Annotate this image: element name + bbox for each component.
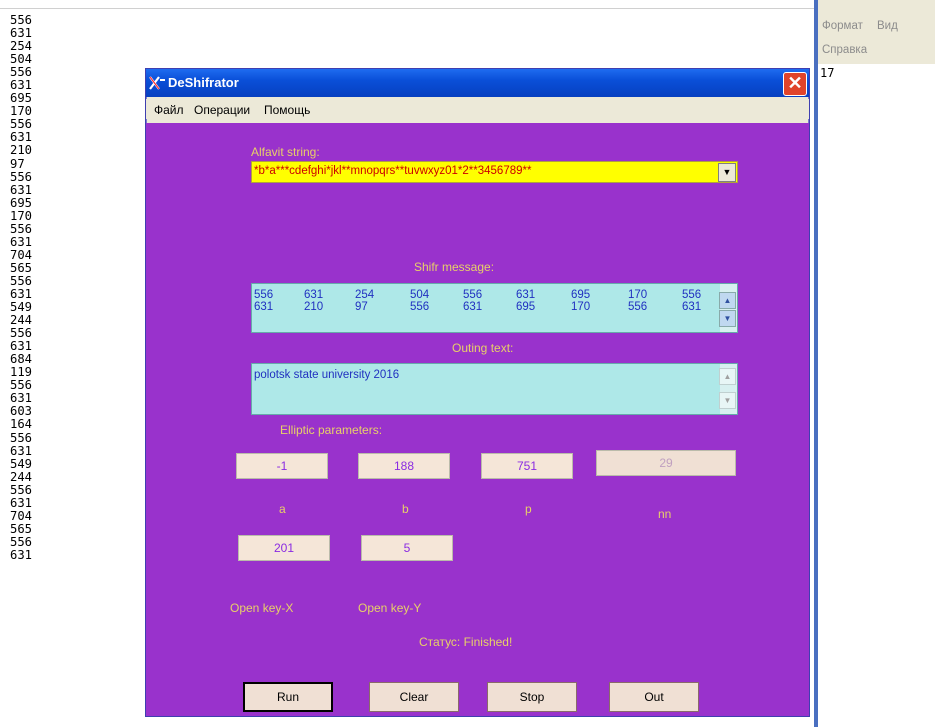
- background-menu-help[interactable]: Справка: [822, 44, 867, 56]
- outing-scrollbar[interactable]: ▲ ▼: [719, 364, 737, 414]
- background-number-column: 556 631 254 504 556 631 695 170 556 631 210 97 556 63…: [10, 13, 33, 562]
- shifr-number: 631: [254, 301, 274, 313]
- shifr-number: 631: [516, 289, 536, 301]
- background-number: 565: [10, 521, 33, 536]
- background-number: 704: [10, 508, 33, 523]
- background-number: 704: [10, 247, 33, 262]
- combobox-dropdown-button[interactable]: ▼: [718, 163, 736, 182]
- background-number: 631: [10, 443, 33, 458]
- background-number: 556: [10, 221, 33, 236]
- background-notepad-right: Формат Вид Справка 17: [814, 0, 935, 727]
- title-bar[interactable]: DeShifrator ✕: [146, 69, 809, 97]
- outing-text-memo[interactable]: polotsk state university 2016 ▲ ▼: [251, 363, 738, 415]
- alfavit-value: *b*a***cdefghi*jkl**mnopqrs**tuvwxyz01*2…: [254, 165, 532, 177]
- shifr-number: 695: [571, 289, 591, 301]
- menu-file[interactable]: Файл: [154, 103, 184, 117]
- background-number: 97: [10, 156, 25, 171]
- param-a-label: a: [279, 502, 286, 516]
- out-button[interactable]: Out: [609, 682, 699, 712]
- background-number: 170: [10, 208, 33, 223]
- background-menu-format[interactable]: Формат: [822, 20, 863, 32]
- shifr-number: 556: [628, 301, 648, 313]
- deshifrator-window: DeShifrator ✕ Файл Операции Помощь Alfav…: [145, 68, 810, 717]
- clear-button[interactable]: Clear: [369, 682, 459, 712]
- close-icon: ✕: [787, 73, 803, 93]
- chevron-down-icon: ▼: [722, 167, 732, 177]
- background-number: 631: [10, 547, 33, 562]
- background-number: 556: [10, 430, 33, 445]
- background-number: 549: [10, 456, 33, 471]
- shifr-number: 504: [410, 289, 430, 301]
- background-number: 631: [10, 234, 33, 249]
- param-nn-label: nn: [658, 507, 672, 521]
- background-number: 631: [10, 495, 33, 510]
- background-number: 210: [10, 143, 33, 158]
- open-key-y-field[interactable]: 5: [361, 535, 453, 561]
- background-number: 556: [10, 482, 33, 497]
- run-button[interactable]: Run: [243, 682, 333, 712]
- scroll-up-icon[interactable]: ▲: [719, 368, 736, 385]
- shifr-number: 170: [571, 301, 591, 313]
- outing-text-value: polotsk state university 2016: [254, 369, 400, 381]
- background-window-edge: [814, 0, 818, 727]
- shifr-number: 556: [410, 301, 430, 313]
- open-key-x-field[interactable]: 201: [238, 535, 330, 561]
- alfavit-label: Alfavit string:: [251, 145, 320, 159]
- shifr-number: 556: [682, 289, 702, 301]
- shifr-number: 210: [304, 301, 324, 313]
- scroll-up-icon[interactable]: ▲: [719, 292, 736, 309]
- background-number: 556: [10, 534, 33, 549]
- shifr-number: 170: [628, 289, 648, 301]
- param-b-field[interactable]: 188: [358, 453, 450, 479]
- background-text-content: 17: [820, 66, 835, 80]
- menu-help[interactable]: Помощь: [264, 103, 310, 117]
- shifr-message-memo[interactable]: 556 631 254 504 556 631 695 170 556 631 210 97 556 6…: [251, 283, 738, 333]
- shifr-number: 254: [355, 289, 375, 301]
- outing-label: Outing text:: [452, 341, 514, 355]
- menu-operations[interactable]: Операции: [194, 103, 250, 117]
- scroll-down-icon[interactable]: ▼: [719, 392, 736, 409]
- background-number: 556: [10, 169, 33, 184]
- open-key-y-label: Open key-Y: [358, 601, 422, 615]
- client-area: Alfavit string: *b*a***cdefghi*jkl**mnop…: [146, 123, 809, 716]
- param-p-field[interactable]: 751: [481, 453, 573, 479]
- shifr-number: 97: [355, 301, 368, 313]
- app-icon: [149, 76, 165, 90]
- shifr-number: 556: [254, 289, 274, 301]
- param-p-label: p: [525, 502, 532, 516]
- window-title: DeShifrator: [168, 75, 239, 90]
- shifr-number: 556: [463, 289, 483, 301]
- stop-button[interactable]: Stop: [487, 682, 577, 712]
- background-number: 244: [10, 469, 33, 484]
- shifr-label: Shifr message:: [414, 260, 495, 274]
- shifr-number: 631: [463, 301, 483, 313]
- close-button[interactable]: ✕: [783, 72, 807, 96]
- shifr-number: 695: [516, 301, 536, 313]
- scroll-down-icon[interactable]: ▼: [719, 310, 736, 327]
- alfavit-combobox[interactable]: *b*a***cdefghi*jkl**mnopqrs**tuvwxyz01*2…: [251, 161, 738, 183]
- param-b-label: b: [402, 502, 409, 516]
- background-menu-view[interactable]: Вид: [877, 20, 898, 32]
- shifr-scrollbar[interactable]: ▲ ▼: [719, 284, 737, 332]
- background-number: 695: [10, 195, 33, 210]
- shifr-number: 631: [682, 301, 702, 313]
- background-number: 565: [10, 260, 33, 275]
- background-number: 631: [10, 182, 33, 197]
- menu-bar: Файл Операции Помощь: [146, 99, 809, 119]
- open-key-x-label: Open key-X: [230, 601, 294, 615]
- elliptic-label: Elliptic parameters:: [280, 423, 383, 437]
- param-nn-field: 29: [596, 450, 736, 476]
- shifr-number: 631: [304, 289, 324, 301]
- background-menubar: Формат Вид Справка: [818, 0, 935, 64]
- status-text: Статус: Finished!: [419, 635, 513, 649]
- background-titlebar-edge: [0, 0, 814, 9]
- param-a-field[interactable]: -1: [236, 453, 328, 479]
- background-number: 164: [10, 417, 33, 432]
